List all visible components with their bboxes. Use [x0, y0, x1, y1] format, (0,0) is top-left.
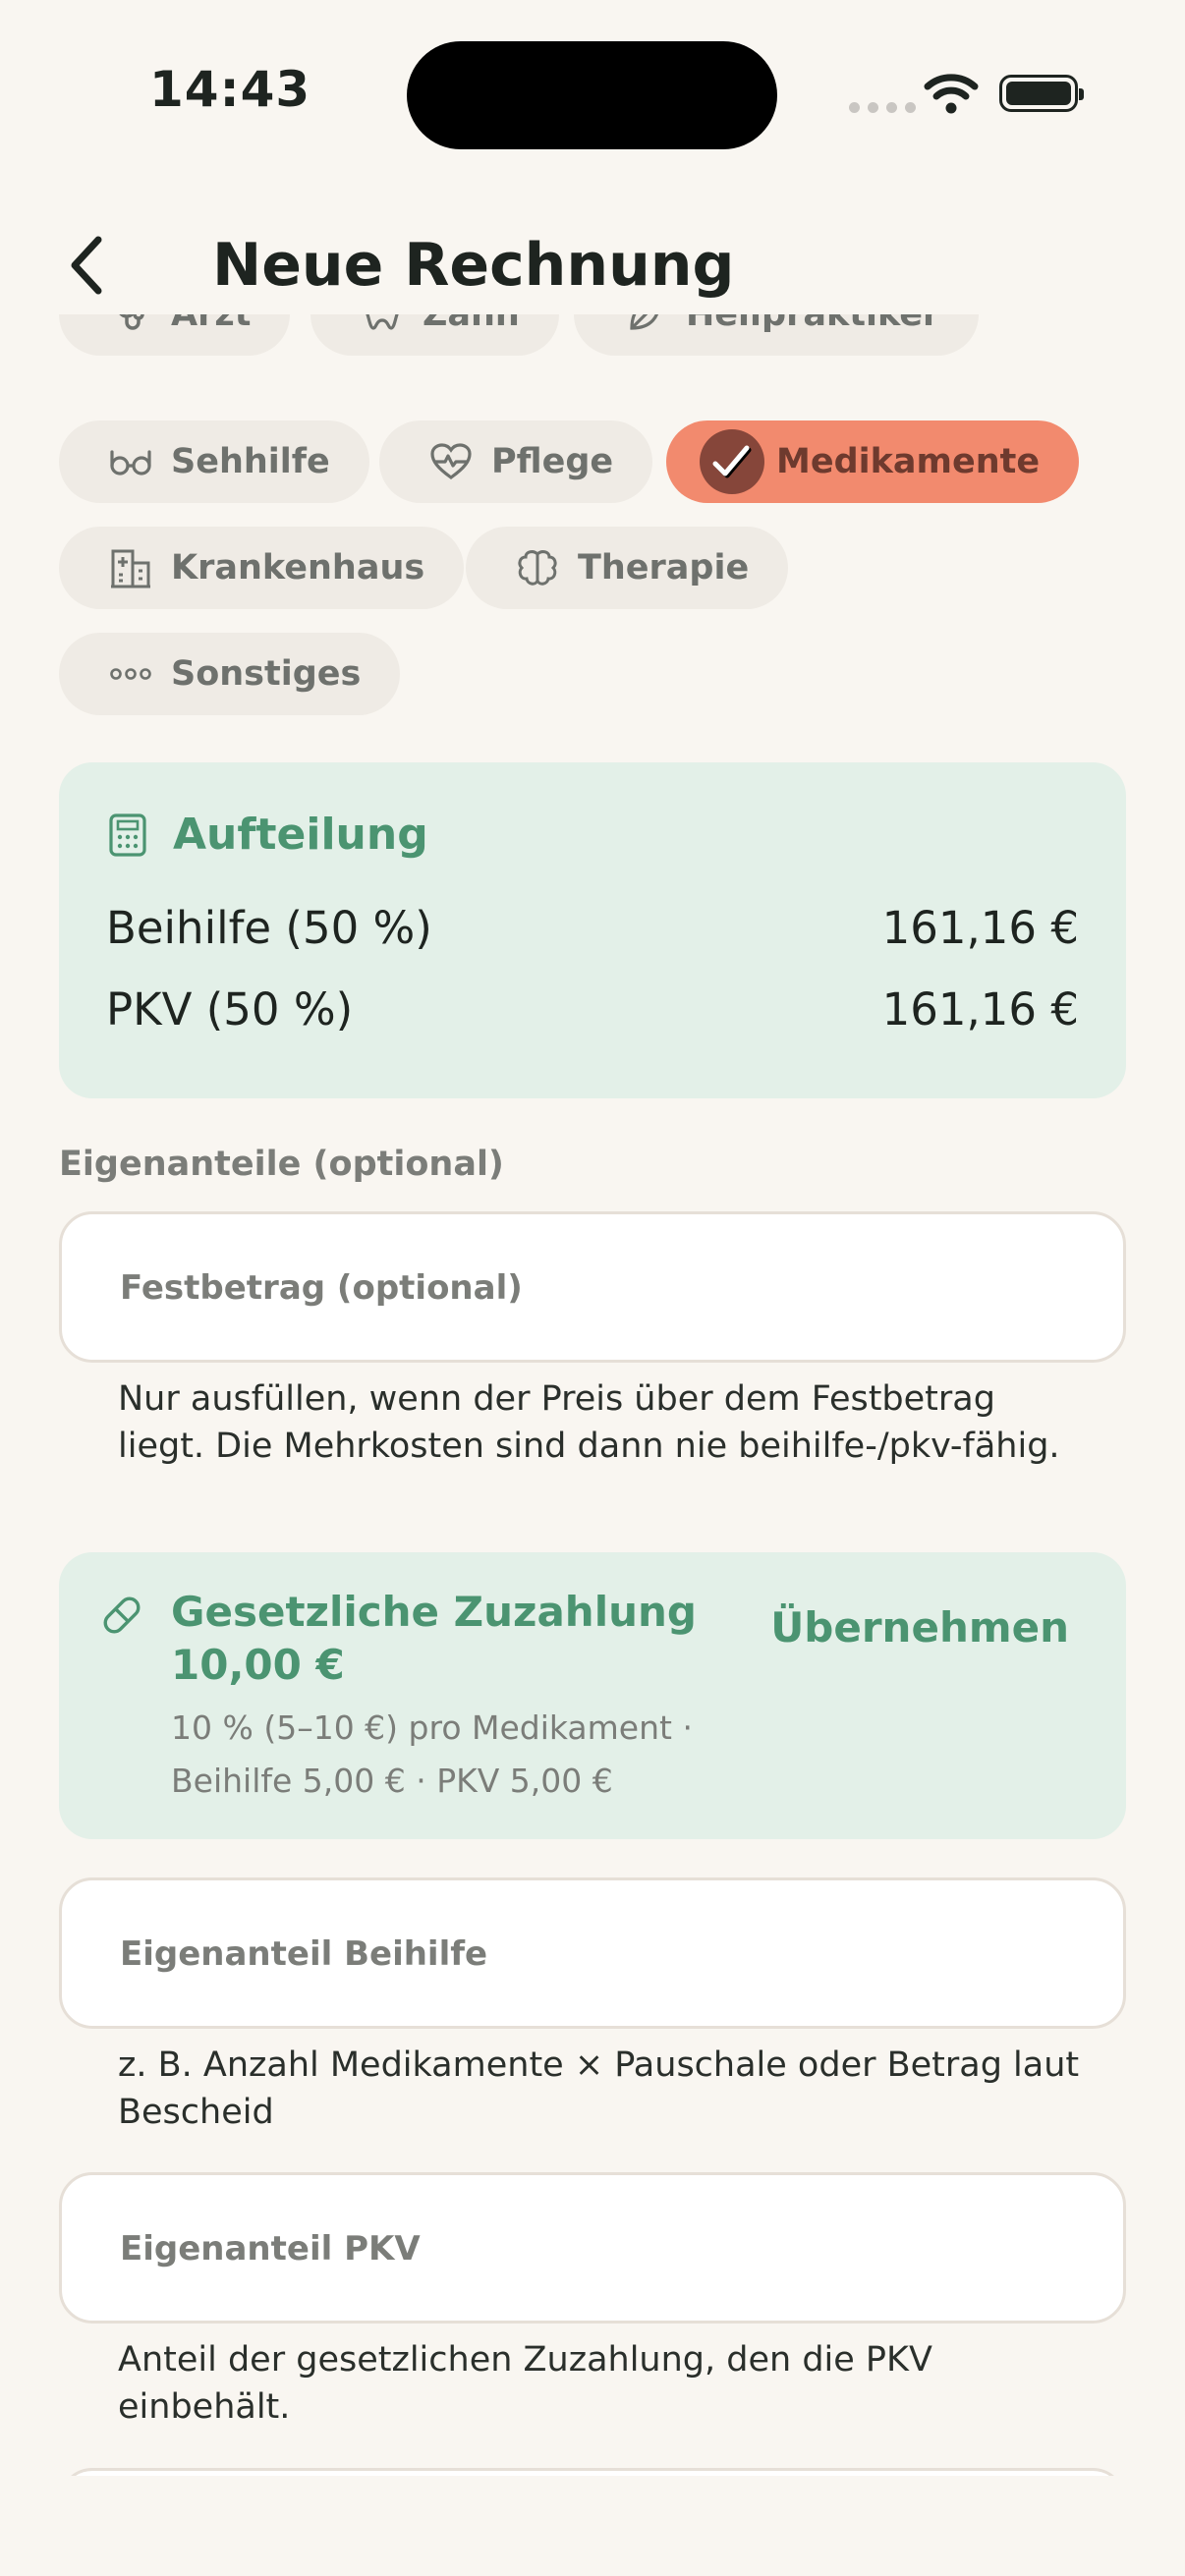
category-chip-medikamente[interactable]: Medikamente — [666, 420, 1080, 503]
category-chip-therapie[interactable]: Therapie — [466, 527, 789, 609]
pill-icon — [103, 1596, 141, 1634]
status-time: 14:43 — [149, 61, 311, 118]
calculator-icon — [109, 812, 146, 857]
category-chip-label: Arzt — [171, 314, 252, 334]
more-dots-icon — [108, 651, 153, 697]
next-field[interactable] — [59, 2468, 1126, 2476]
stethoscope-icon — [108, 314, 153, 337]
category-chip-label: Heilpraktiker — [686, 314, 940, 334]
category-chip-label: Therapie — [578, 548, 750, 588]
category-chip-heilpraktiker[interactable]: Heilpraktiker — [574, 314, 980, 356]
category-chip-label: Sonstiges — [171, 654, 362, 694]
category-chip-sehhilfe[interactable]: Sehhilfe — [59, 420, 369, 503]
category-chip-label: Pflege — [491, 442, 614, 481]
zuzahlung-card: Gesetzliche Zuzahlung 10,00 € 10 % (5–10… — [59, 1552, 1126, 1839]
signal-dots-icon — [849, 102, 916, 113]
zuzahlung-subtitle: 10 % (5–10 €) pro Medikament · Beihilfe … — [171, 1708, 693, 1800]
eigenanteil-pkv-hint: Anteil der gesetzlichen Zuzahlung, den d… — [118, 2340, 932, 2427]
heart-pulse-icon — [428, 439, 474, 484]
eigenanteil-beihilfe-input[interactable] — [118, 1880, 1065, 2028]
festbetrag-field[interactable] — [59, 1211, 1126, 1363]
festbetrag-hint: Nur ausfüllen, wenn der Preis über dem F… — [118, 1379, 1060, 1466]
split-card: Aufteilung Beihilfe (50 %) 161,16 € PKV … — [59, 762, 1126, 1098]
category-chip-krankenhaus[interactable]: Krankenhaus — [59, 527, 465, 609]
category-chip-sonstiges[interactable]: Sonstiges — [59, 633, 401, 715]
section-label-own-share: Eigenanteile (optional) — [59, 1145, 504, 1184]
category-chip-label: Krankenhaus — [171, 548, 425, 588]
category-chip-arzt[interactable]: Arzt — [59, 314, 291, 356]
wifi-icon — [924, 74, 979, 114]
eigenanteil-pkv-input[interactable] — [118, 2175, 1065, 2323]
tooth-icon — [360, 314, 405, 337]
zuzahlung-title: Gesetzliche Zuzahlung 10,00 € — [171, 1588, 697, 1689]
page-title: Neue Rechnung — [212, 231, 735, 300]
navigation-bar: Neue Rechnung — [0, 211, 1185, 319]
eigenanteil-beihilfe-field[interactable] — [59, 1877, 1126, 2029]
check-icon — [700, 429, 764, 494]
split-row-pkv: PKV (50 %) 161,16 € — [106, 983, 1079, 1036]
eigenanteil-pkv-field[interactable] — [59, 2172, 1126, 2324]
form-scroll-area[interactable]: Arzt Zahn Heilpraktiker Sehhilfe Pflege … — [0, 314, 1185, 2476]
split-row-label: Beihilfe (50 %) — [106, 902, 432, 954]
status-bar: 14:43 — [0, 0, 1185, 187]
dynamic-island — [407, 41, 777, 149]
category-chips: Arzt Zahn Heilpraktiker Sehhilfe Pflege … — [59, 314, 1126, 722]
brain-icon — [515, 545, 560, 590]
category-chip-pflege[interactable]: Pflege — [379, 420, 653, 503]
battery-icon — [999, 75, 1084, 112]
split-row-amount: 161,16 € — [881, 902, 1079, 954]
back-button[interactable] — [57, 231, 116, 300]
glasses-icon — [108, 439, 153, 484]
category-chip-label: Medikamente — [776, 442, 1041, 481]
leaf-icon — [623, 314, 668, 337]
split-row-beihilfe: Beihilfe (50 %) 161,16 € — [106, 902, 1079, 954]
split-title: Aufteilung — [173, 810, 428, 860]
category-chip-label: Zahn — [423, 314, 520, 334]
hospital-icon — [108, 545, 153, 590]
split-row-amount: 161,16 € — [881, 983, 1079, 1036]
chevron-left-icon — [71, 236, 102, 295]
festbetrag-input[interactable] — [118, 1214, 1065, 1362]
category-chip-label: Sehhilfe — [171, 442, 330, 481]
split-row-label: PKV (50 %) — [106, 983, 354, 1036]
eigenanteil-beihilfe-hint: z. B. Anzahl Medikamente × Pauschale ode… — [118, 2045, 1080, 2132]
category-chip-zahn[interactable]: Zahn — [310, 314, 559, 356]
apply-zuzahlung-button[interactable]: Übernehmen — [770, 1603, 1069, 1652]
